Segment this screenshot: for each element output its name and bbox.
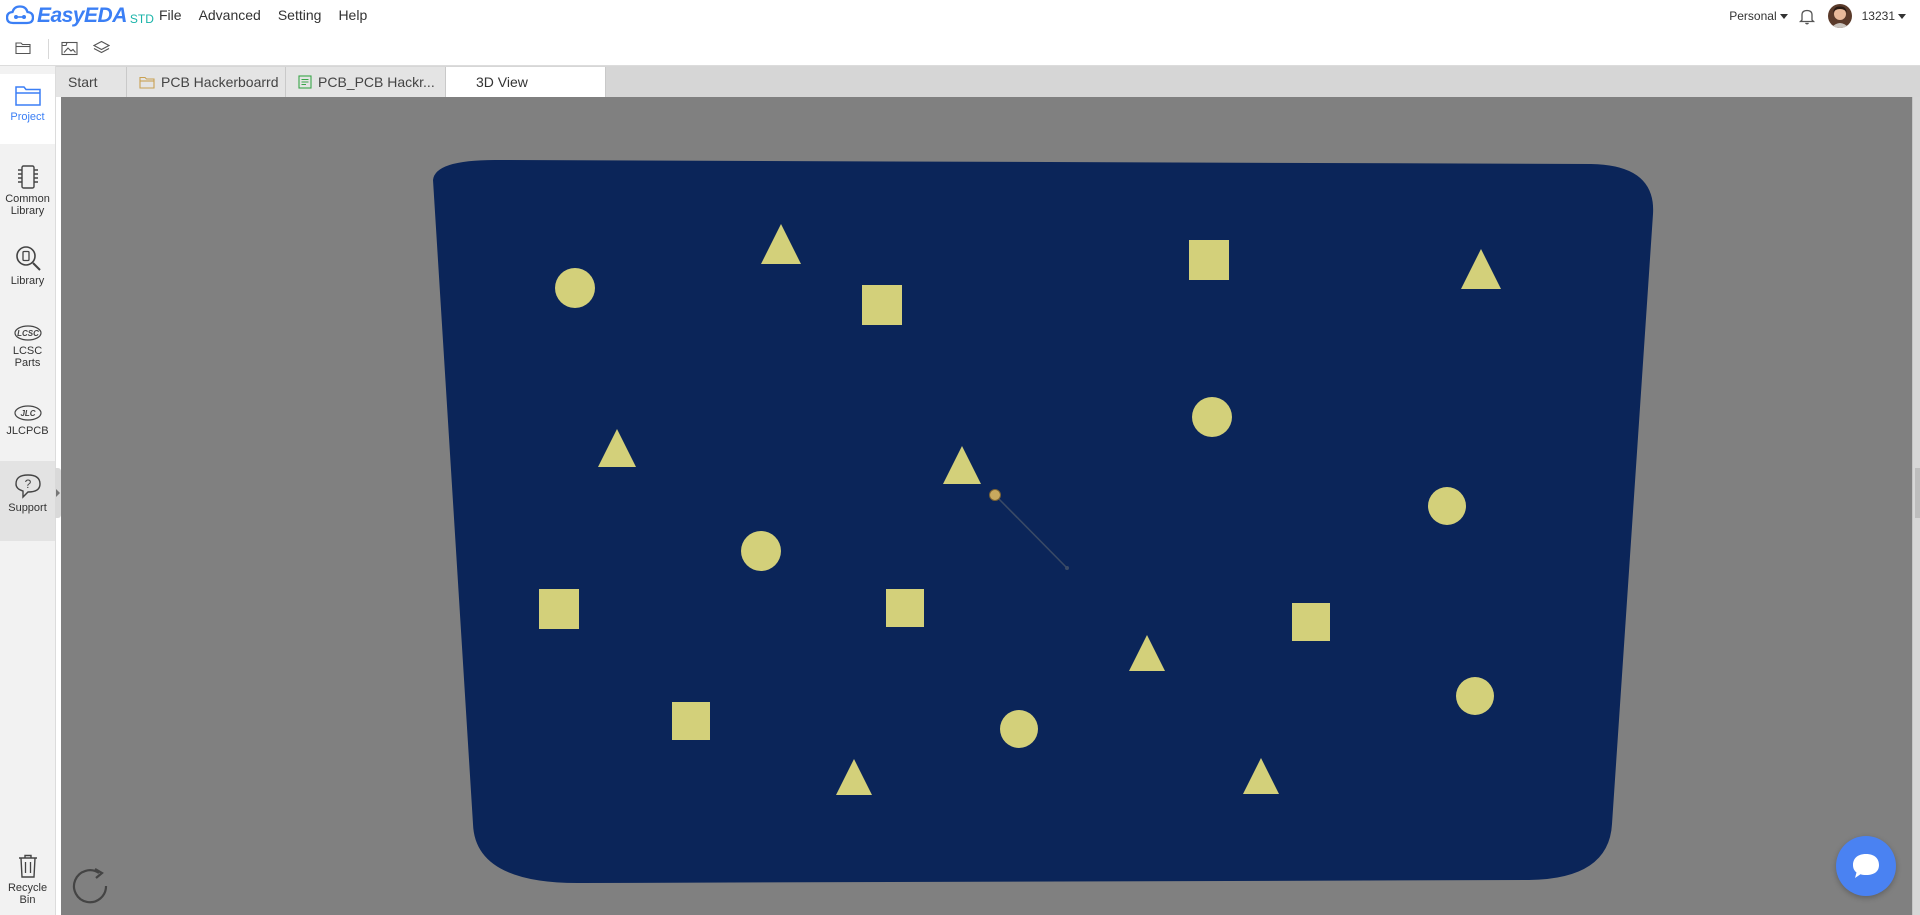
chevron-down-icon (1898, 14, 1906, 20)
lcsc-icon: LCSC (13, 325, 42, 341)
easyeda-logo[interactable]: EasyEDA STD (6, 3, 154, 29)
layers-button[interactable] (89, 36, 113, 60)
user-id: 13231 (1861, 9, 1895, 23)
sidebar-item-library[interactable]: Library (0, 238, 55, 298)
svg-text:JLC: JLC (20, 409, 35, 418)
sidebar-item-jlcpcb[interactable]: JLC JLCPCB (0, 398, 55, 454)
workspace-dropdown[interactable]: Personal (1729, 9, 1788, 23)
sidebar-item-label: Recycle Bin (7, 882, 48, 906)
pad-circle (1428, 487, 1466, 525)
pad-square (1189, 240, 1229, 280)
menu-advanced[interactable]: Advanced (199, 7, 261, 23)
image-icon (60, 41, 78, 55)
menu-setting[interactable]: Setting (278, 7, 322, 23)
image-button[interactable] (57, 36, 81, 60)
tab-pcb-document[interactable]: PCB_PCB Hackr... (286, 67, 446, 97)
open-folder-icon (15, 42, 31, 55)
3d-canvas (433, 160, 1654, 884)
document-tabs: Start PCB Hackerboarrd PCB_PCB Hackr... … (56, 66, 1920, 97)
chip-icon (17, 165, 38, 189)
tab-3d-view[interactable]: 3D View (446, 67, 606, 97)
pad-square (672, 702, 710, 740)
sidebar-item-project[interactable]: Project (0, 74, 55, 144)
main-menu: File Advanced Setting Help (159, 7, 384, 23)
left-sidebar: Project Common Library Library LCSC LCSC… (0, 66, 56, 915)
sidebar-item-recycle-bin[interactable]: Recycle Bin (0, 849, 55, 911)
bell-icon[interactable] (1798, 7, 1816, 25)
tab-label: Start (68, 74, 98, 90)
pad-circle (1000, 710, 1038, 748)
layers-icon (92, 40, 110, 54)
reset-view-button[interactable] (68, 864, 114, 910)
pad-square (1292, 603, 1330, 641)
logo-text: EasyEDA (37, 4, 127, 27)
sidebar-item-support[interactable]: ? Support (0, 461, 55, 541)
sidebar-item-label: LCSC Parts (12, 345, 43, 369)
toolbar-divider (48, 39, 49, 59)
toolbar (0, 32, 1920, 66)
avatar-image (1827, 4, 1852, 28)
chevron-down-icon (1779, 14, 1788, 20)
pad-square (539, 589, 579, 629)
search-chip-icon (15, 246, 41, 271)
jlc-icon: JLC (13, 405, 42, 421)
logo-edition: STD (129, 12, 154, 26)
pcb-board (433, 160, 1654, 884)
chat-button[interactable] (1836, 836, 1896, 896)
orbit-end-marker (1065, 566, 1069, 570)
pad-circle (741, 531, 781, 571)
right-panel-handle[interactable] (1915, 468, 1920, 518)
sidebar-item-lcsc-parts[interactable]: LCSC LCSC Parts (0, 318, 55, 380)
svg-text:?: ? (24, 477, 31, 491)
refresh-icon (72, 868, 108, 904)
chat-bubble-icon (1853, 854, 1879, 878)
sidebar-item-label: Project (10, 111, 45, 123)
tab-label: PCB_PCB Hackr... (318, 74, 435, 90)
top-menu-bar: EasyEDA STD File Advanced Setting Help P… (0, 0, 1920, 32)
tab-label: PCB Hackerboarrd (161, 74, 279, 90)
folder-icon (14, 86, 41, 106)
pad-square (886, 589, 924, 627)
avatar[interactable] (1827, 4, 1852, 28)
3d-viewport[interactable] (61, 97, 1912, 915)
pad-circle (1456, 677, 1494, 715)
sidebar-item-label: Common Library (5, 193, 50, 217)
open-folder-button[interactable] (11, 36, 35, 60)
menu-file[interactable]: File (159, 7, 182, 23)
sidebar-item-label: JLCPCB (6, 425, 49, 437)
tab-start[interactable]: Start (56, 67, 127, 97)
chevron-right-icon (56, 489, 60, 497)
pad-circle (555, 268, 595, 308)
question-icon: ? (14, 474, 41, 499)
workspace-label: Personal (1729, 9, 1777, 23)
sidebar-item-label: Library (10, 275, 45, 287)
menu-help[interactable]: Help (338, 7, 367, 23)
cloud-logo-icon (6, 5, 34, 25)
folder-icon (139, 76, 155, 89)
svg-text:LCSC: LCSC (17, 329, 39, 338)
tab-pcb-hackerboarrd[interactable]: PCB Hackerboarrd (127, 67, 286, 97)
user-dropdown[interactable]: 13231 (1862, 9, 1906, 23)
tab-label: 3D View (476, 74, 528, 90)
trash-icon (18, 854, 37, 878)
pcb-icon (298, 75, 312, 89)
account-area: Personal 13231 (1729, 4, 1906, 28)
sidebar-item-common-library[interactable]: Common Library (0, 156, 55, 226)
orbit-center-marker (989, 489, 1001, 501)
pad-circle (1192, 397, 1232, 437)
sidebar-item-label: Support (8, 502, 47, 514)
pad-square (862, 285, 902, 325)
